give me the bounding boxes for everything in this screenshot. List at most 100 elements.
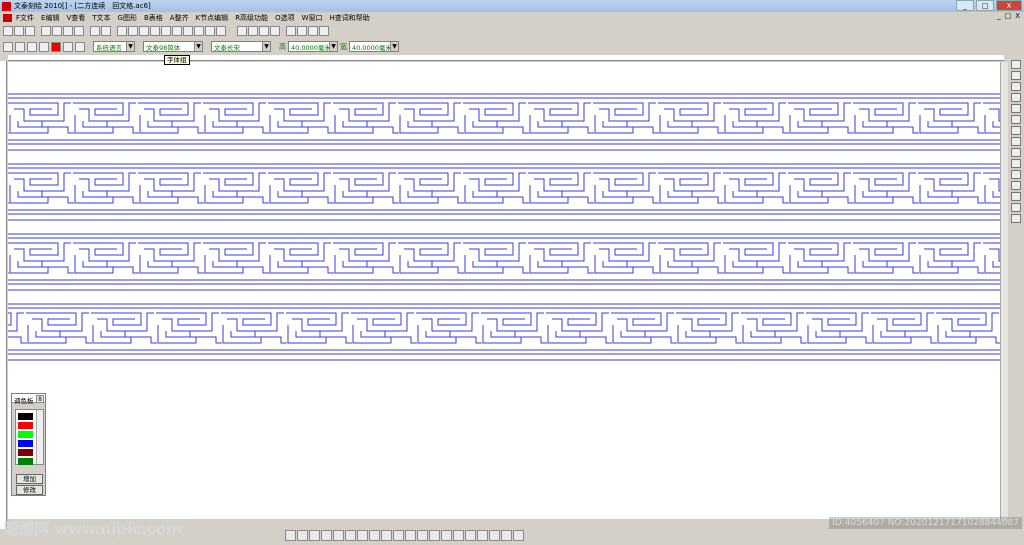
node-icon[interactable] <box>1011 126 1021 135</box>
undo-icon[interactable] <box>90 25 100 36</box>
color-swatch-maroon[interactable] <box>18 449 33 456</box>
layout-icon[interactable] <box>345 530 356 541</box>
mdi-close-button[interactable]: X <box>1015 12 1020 20</box>
cut-plot-icon[interactable] <box>172 25 182 36</box>
save-icon[interactable] <box>25 25 35 36</box>
new-file-icon[interactable] <box>3 25 13 36</box>
color-swatch-green[interactable] <box>18 431 33 438</box>
align-justify-icon[interactable] <box>319 25 329 36</box>
menu-file[interactable]: F文件 <box>16 13 34 23</box>
color-swatch-black[interactable] <box>18 413 33 420</box>
bulb-icon[interactable] <box>205 25 215 36</box>
palette-list[interactable] <box>15 409 44 465</box>
menu-graphics[interactable]: G图形 <box>118 13 137 23</box>
menu-advanced[interactable]: R高级功能 <box>235 13 268 23</box>
copy-icon[interactable] <box>52 25 62 36</box>
pen-icon[interactable] <box>1011 115 1021 124</box>
add-color-button[interactable]: 增加 <box>16 474 43 484</box>
text-effect-icon[interactable] <box>1011 214 1021 223</box>
layer-icon[interactable] <box>1011 170 1021 179</box>
mdi-restore-button[interactable]: □ <box>1005 12 1012 20</box>
layout-icon[interactable] <box>333 530 344 541</box>
layout-icon[interactable] <box>489 530 500 541</box>
layout-icon[interactable] <box>453 530 464 541</box>
align-right-icon[interactable] <box>308 25 318 36</box>
menu-options[interactable]: O选项 <box>275 13 295 23</box>
vertical-scrollbar[interactable] <box>1000 62 1008 522</box>
layout-icon[interactable] <box>417 530 428 541</box>
maximize-button[interactable]: □ <box>976 0 994 11</box>
language-select[interactable]: 系统语言 ▼ <box>93 41 135 52</box>
help-icon[interactable] <box>216 25 226 36</box>
text-tool-icon[interactable] <box>128 25 138 36</box>
menu-node-edit[interactable]: K节点编辑 <box>196 13 229 23</box>
layout-icon[interactable] <box>441 530 452 541</box>
palette-close-button[interactable]: 8 <box>36 395 44 403</box>
modify-color-button[interactable]: 修改 <box>16 485 43 495</box>
preview-icon[interactable] <box>161 25 171 36</box>
layout-icon[interactable] <box>501 530 512 541</box>
font-group-select[interactable]: 文泰98简体 ▼ <box>143 41 203 52</box>
shape-tool-icon[interactable] <box>1011 82 1021 91</box>
align-left-icon[interactable] <box>286 25 296 36</box>
copy-format-icon[interactable] <box>117 25 127 36</box>
menu-edit[interactable]: E编辑 <box>41 13 59 23</box>
height-input[interactable]: 40.0000毫米 ▼ <box>288 41 338 52</box>
table-icon[interactable] <box>1011 137 1021 146</box>
pen-icon[interactable] <box>194 25 204 36</box>
fill-tool-icon[interactable] <box>270 25 280 36</box>
zoom-select-icon[interactable] <box>75 41 85 52</box>
color-swatch-red[interactable] <box>18 422 33 429</box>
layout-icon[interactable] <box>405 530 416 541</box>
redo-icon[interactable] <box>101 25 111 36</box>
width-input[interactable]: 40.0000毫米 ▼ <box>349 41 399 52</box>
color-icon[interactable] <box>1011 159 1021 168</box>
import-icon[interactable] <box>183 25 193 36</box>
delete-icon[interactable] <box>74 25 84 36</box>
script-icon[interactable] <box>1011 181 1021 190</box>
color-swatch-blue[interactable] <box>18 440 33 447</box>
close-button[interactable]: X <box>996 0 1022 11</box>
layout-icon[interactable] <box>369 530 380 541</box>
slash-tool-icon[interactable] <box>259 25 269 36</box>
menu-align[interactable]: A整齐 <box>170 13 189 23</box>
mdi-minimize-button[interactable]: _ <box>997 12 1001 20</box>
layout-icon[interactable] <box>465 530 476 541</box>
zoom-page-icon[interactable] <box>27 41 37 52</box>
text-tool-icon[interactable] <box>1011 71 1021 80</box>
angle-tool-icon[interactable] <box>248 25 258 36</box>
palette-scrollbar[interactable] <box>36 410 43 464</box>
menu-text[interactable]: T文本 <box>92 13 110 23</box>
layout-icon[interactable] <box>513 530 524 541</box>
rectangle-icon[interactable] <box>1011 93 1021 102</box>
color-swatch-darkgreen[interactable] <box>18 458 33 465</box>
stamp-icon[interactable] <box>1011 192 1021 201</box>
menu-help[interactable]: H查词和帮助 <box>330 13 370 23</box>
layout-icon[interactable] <box>477 530 488 541</box>
layout-icon[interactable] <box>309 530 320 541</box>
script-icon[interactable] <box>285 530 296 541</box>
fill-icon[interactable] <box>1011 104 1021 113</box>
move-icon[interactable] <box>39 41 49 52</box>
menu-window[interactable]: W窗口 <box>302 13 323 23</box>
paste-icon[interactable] <box>63 25 73 36</box>
drawing-canvas[interactable] <box>8 62 1004 519</box>
zoom-fit-icon[interactable] <box>63 41 73 52</box>
layout-icon[interactable] <box>381 530 392 541</box>
line-tool-icon[interactable] <box>237 25 247 36</box>
menu-view[interactable]: V查看 <box>66 13 85 23</box>
print-icon[interactable] <box>150 25 160 36</box>
zoom-out-icon[interactable] <box>15 41 25 52</box>
open-file-icon[interactable] <box>14 25 24 36</box>
menu-table[interactable]: B表格 <box>144 13 163 23</box>
font-select[interactable]: 文泰长宋 ▼ <box>211 41 271 52</box>
align-center-icon[interactable] <box>297 25 307 36</box>
zoom-in-icon[interactable] <box>3 41 13 52</box>
pencil-icon[interactable] <box>139 25 149 36</box>
image-icon[interactable] <box>1011 203 1021 212</box>
layout-icon[interactable] <box>429 530 440 541</box>
color-fill-icon[interactable] <box>51 41 61 52</box>
layout-icon[interactable] <box>393 530 404 541</box>
layout-icon[interactable] <box>357 530 368 541</box>
layout-icon[interactable] <box>297 530 308 541</box>
